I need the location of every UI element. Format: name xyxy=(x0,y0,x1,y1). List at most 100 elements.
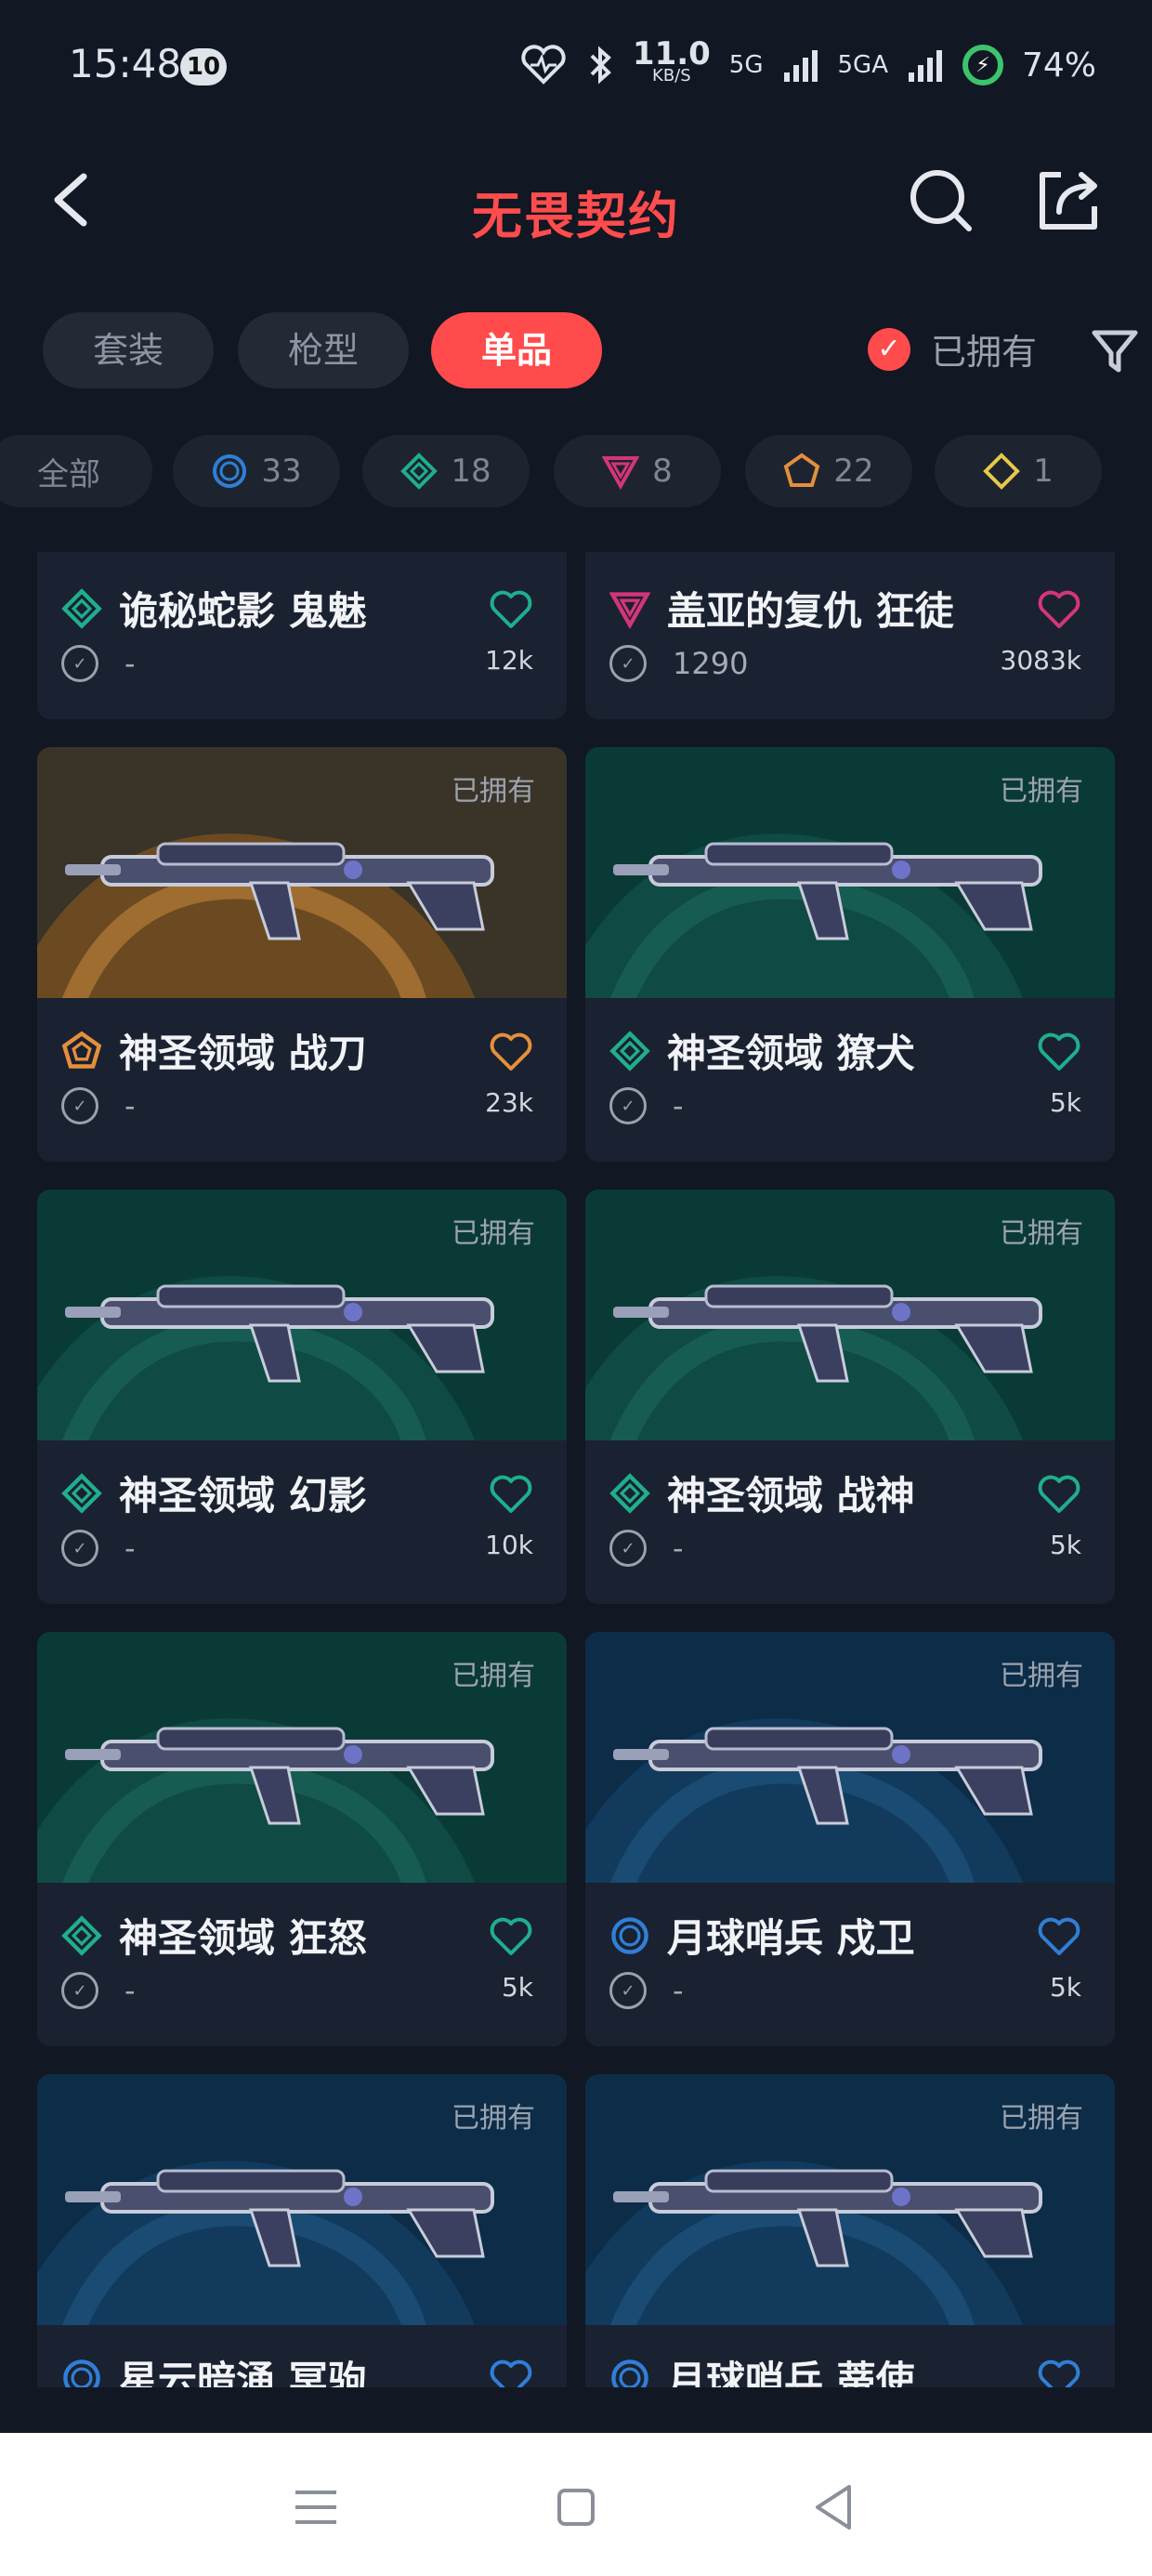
skin-name: 盖亚的复仇 狂徒 xyxy=(667,588,954,634)
chip-label: 8 xyxy=(652,453,673,490)
heart-icon[interactable] xyxy=(1037,1032,1081,1072)
like-count: 5k xyxy=(501,1972,533,2003)
skin-card[interactable]: 盖亚的复仇 狂徒 ✓ 1290 3083k xyxy=(585,552,1115,719)
skin-name-row: 神圣领域 狂怒 xyxy=(61,1907,367,1964)
valorant-points-icon: ✓ xyxy=(609,1972,647,2009)
chip-ultra-tier[interactable]: 1 xyxy=(935,435,1102,507)
owned-tag: 已拥有 xyxy=(1000,2102,1083,2135)
tab-weapon-types[interactable]: 枪型 xyxy=(238,312,409,388)
system-nav-bar xyxy=(0,2433,1152,2576)
chip-label: 全部 xyxy=(37,455,100,493)
tab-bundles[interactable]: 套装 xyxy=(43,312,214,388)
chip-exclusive-tier[interactable]: 22 xyxy=(745,435,912,507)
chip-all[interactable]: 全部 xyxy=(0,435,152,507)
tier-icon xyxy=(61,1031,102,1069)
price-row: ✓ 1290 xyxy=(609,645,748,682)
tier-icon xyxy=(63,2359,100,2387)
valorant-points-icon: ✓ xyxy=(61,645,98,682)
like-count: 12k xyxy=(485,645,533,676)
chip-deluxe-tier[interactable]: 18 xyxy=(362,435,530,507)
heart-icon[interactable] xyxy=(489,1916,533,1957)
skin-name: 神圣领域 狂怒 xyxy=(119,1915,367,1961)
skin-price: - xyxy=(673,1531,684,1566)
chip-label: 18 xyxy=(451,453,491,490)
share-icon[interactable] xyxy=(1035,165,1104,234)
skin-grid: 诡秘蛇影 鬼魅 ✓ - 12k 盖亚的复仇 狂徒 ✓ 1290 3083k 已拥… xyxy=(37,552,1115,2387)
skin-name-row: 月球哨兵 戍卫 xyxy=(609,1907,915,1964)
owned-filter-toggle[interactable]: ✓ 已拥有 xyxy=(868,323,1037,375)
owned-tag: 已拥有 xyxy=(1000,1217,1083,1250)
skin-card[interactable]: 已拥有 月球哨兵 蒂使 ✓ xyxy=(585,2074,1115,2387)
skin-card[interactable]: 已拥有 神圣领域 战神 ✓ - 5k xyxy=(585,1189,1115,1604)
skin-card[interactable]: 已拥有 神圣领域 狂怒 ✓ - 5k xyxy=(37,1632,567,2046)
heart-icon[interactable] xyxy=(489,1032,533,1072)
skin-card[interactable]: 已拥有 星云暗涌 冥驹 ✓ xyxy=(37,2074,567,2387)
price-row: ✓ - xyxy=(61,1530,136,1567)
like-count: 23k xyxy=(485,1087,533,1118)
skin-name: 星云暗涌 冥驹 xyxy=(119,2358,367,2387)
heart-icon[interactable] xyxy=(1037,589,1081,630)
signal-bars-icon xyxy=(783,50,818,82)
skin-name: 神圣领域 战刀 xyxy=(119,1031,367,1076)
valorant-points-icon: ✓ xyxy=(61,1087,98,1124)
exclusive-tier-pentagon-icon xyxy=(784,453,820,487)
skin-card[interactable]: 已拥有 神圣领域 幻影 ✓ - 10k xyxy=(37,1189,567,1604)
skin-name-row: 诡秘蛇影 鬼魅 xyxy=(61,580,367,637)
price-row: ✓ - xyxy=(609,1530,684,1567)
like-count: 5k xyxy=(1049,1087,1081,1118)
menu-icon[interactable] xyxy=(288,2479,344,2535)
skin-card[interactable]: 已拥有 神圣领域 獠犬 ✓ - 5k xyxy=(585,747,1115,1162)
skin-price: - xyxy=(124,1973,136,2008)
category-tabs: 套装 枪型 单品 ✓ 已拥有 xyxy=(43,312,1138,390)
premium-tier-triangle-icon xyxy=(602,456,640,490)
owned-tag: 已拥有 xyxy=(452,1660,535,1692)
chip-label: 1 xyxy=(1033,453,1054,490)
battery-charging-icon: ⚡ xyxy=(962,45,1003,85)
heart-icon[interactable] xyxy=(1037,1916,1081,1957)
skin-card[interactable]: 诡秘蛇影 鬼魅 ✓ - 12k xyxy=(37,552,567,719)
status-bar: 15:48 10 11.0 KB/S 5G 5GA ⚡ 74% xyxy=(0,0,1152,121)
owned-tag: 已拥有 xyxy=(452,775,535,808)
heart-icon[interactable] xyxy=(489,1474,533,1515)
skin-card[interactable]: 已拥有 月球哨兵 戍卫 ✓ - 5k xyxy=(585,1632,1115,2046)
valorant-points-icon: ✓ xyxy=(609,645,647,682)
valorant-points-icon: ✓ xyxy=(609,1087,647,1124)
skin-card[interactable]: 已拥有 神圣领域 战刀 ✓ - 23k xyxy=(37,747,567,1162)
search-icon[interactable] xyxy=(906,165,975,234)
skin-price: - xyxy=(124,1088,136,1124)
tier-icon xyxy=(61,1472,102,1514)
app-bar: 无畏契约 xyxy=(0,139,1152,260)
deluxe-tier-diamond-icon xyxy=(400,453,439,490)
valorant-points-icon: ✓ xyxy=(61,1972,98,2009)
skin-name: 月球哨兵 蒂使 xyxy=(667,2358,915,2387)
tier-icon xyxy=(611,2359,648,2387)
skin-name: 神圣领域 幻影 xyxy=(119,1473,367,1518)
filter-icon[interactable] xyxy=(1089,325,1141,377)
skin-name-row: 盖亚的复仇 狂徒 xyxy=(609,580,954,637)
tab-single-items[interactable]: 单品 xyxy=(431,312,602,388)
chip-select-tier[interactable]: 33 xyxy=(173,435,340,507)
valorant-points-icon: ✓ xyxy=(609,1530,647,1567)
heart-icon[interactable] xyxy=(489,2359,533,2387)
back-triangle-icon[interactable] xyxy=(806,2479,862,2535)
chip-premium-tier[interactable]: 8 xyxy=(554,435,721,507)
ultra-tier-diamond-icon xyxy=(983,453,1021,490)
signal-bars-icon xyxy=(908,50,942,82)
notification-badge: 10 xyxy=(180,48,227,85)
skin-name-row: 神圣领域 幻影 xyxy=(61,1465,367,1521)
status-indicators: 11.0 KB/S 5G 5GA ⚡ 74% xyxy=(519,37,1096,93)
heart-icon[interactable] xyxy=(1037,1474,1081,1515)
heart-icon[interactable] xyxy=(1037,2359,1081,2387)
price-row: ✓ - xyxy=(609,1972,684,2009)
skin-name: 月球哨兵 戍卫 xyxy=(667,1915,915,1961)
owned-tag: 已拥有 xyxy=(452,1217,535,1250)
skin-name-row: 星云暗涌 冥驹 xyxy=(61,2349,367,2387)
owned-tag: 已拥有 xyxy=(452,2102,535,2135)
skin-name-row: 月球哨兵 蒂使 xyxy=(609,2349,915,2387)
home-square-icon[interactable] xyxy=(548,2479,604,2535)
status-time: 15:48 xyxy=(69,41,182,86)
heart-icon[interactable] xyxy=(489,589,533,630)
price-row: ✓ - xyxy=(609,1087,684,1124)
skin-price: - xyxy=(673,1973,684,2008)
bluetooth-icon xyxy=(590,46,611,85)
